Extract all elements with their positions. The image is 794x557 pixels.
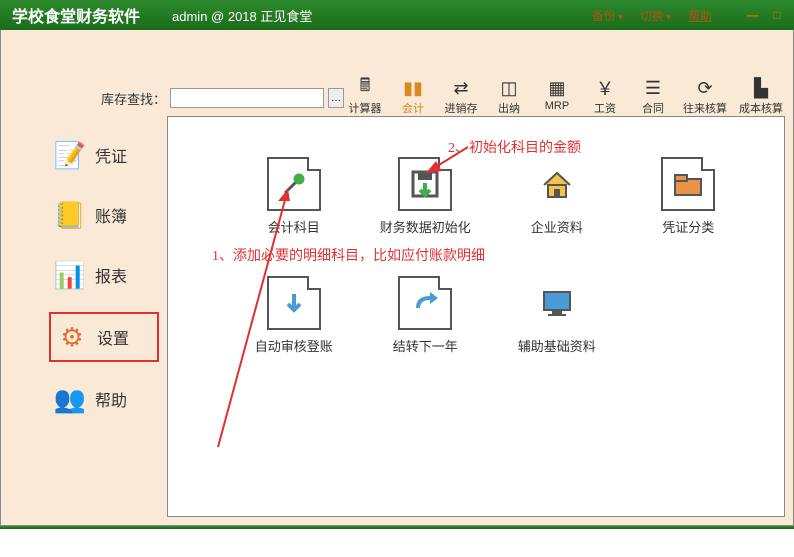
user-info: admin @ 2018 正见食堂 <box>172 6 312 25</box>
grid-label: 辅助基础资料 <box>518 336 596 355</box>
sidebar-label: 设置 <box>97 325 129 349</box>
grid-item-4[interactable]: 自动审核登账 <box>228 276 360 355</box>
down-icon <box>267 276 321 330</box>
grid-item-5[interactable]: 结转下一年 <box>360 276 492 355</box>
folder-icon <box>661 157 715 211</box>
toolbar-label: 工资 <box>594 100 616 116</box>
grid-item-2[interactable]: 企业资料 <box>491 157 623 236</box>
backup-link[interactable]: 备份▼ <box>592 7 625 24</box>
toolbar-item-8[interactable]: ▙ 成本核算 <box>739 78 783 116</box>
toolbar: 🖩 计算器 ▮▮ 会计 ⇄ 进销存 ◫ 出纳 ▦ MRP ￥ 工资 ☰ 合同 ⟳ 往来核算 ▙ 成本核算 <box>347 78 783 116</box>
sidebar-label: 凭证 <box>95 143 127 167</box>
toolbar-icon: ￥ <box>595 78 615 98</box>
save-icon <box>398 157 452 211</box>
help-link[interactable]: 帮助 <box>688 7 712 24</box>
toolbar-icon: 🖩 <box>355 78 375 98</box>
grid-label: 企业资料 <box>531 217 583 236</box>
toolbar-item-4[interactable]: ▦ MRP <box>539 78 575 116</box>
toolbar-label: 往来核算 <box>683 100 727 116</box>
toolbar-item-1[interactable]: ▮▮ 会计 <box>395 78 431 116</box>
toolbar-item-0[interactable]: 🖩 计算器 <box>347 78 383 116</box>
wrench-icon <box>267 157 321 211</box>
grid-label: 会计科目 <box>268 217 320 236</box>
toolbar-item-2[interactable]: ⇄ 进销存 <box>443 78 479 116</box>
titlebar: 学校食堂财务软件 admin @ 2018 正见食堂 备份▼ | 切换▼ | 帮… <box>0 0 794 30</box>
titlebar-right: 备份▼ | 切换▼ | 帮助 — □ <box>592 0 786 30</box>
toolbar-icon: ▮▮ <box>403 78 423 98</box>
sidebar-item-3[interactable]: ⚙ 设置 <box>49 312 159 362</box>
grid-label: 自动审核登账 <box>255 336 333 355</box>
grid-item-1[interactable]: 财务数据初始化 <box>360 157 492 236</box>
maximize-button[interactable]: □ <box>768 6 786 24</box>
toolbar-label: 计算器 <box>349 100 382 116</box>
grid-label: 凭证分类 <box>662 217 714 236</box>
search-browse-button[interactable]: … <box>328 88 344 108</box>
sidebar-item-1[interactable]: 📒 账簿 <box>49 192 159 238</box>
toolbar-label: 成本核算 <box>739 100 783 116</box>
switch-link[interactable]: 切换▼ <box>640 7 673 24</box>
toolbar-item-5[interactable]: ￥ 工资 <box>587 78 623 116</box>
toolbar-icon: ◫ <box>499 78 519 98</box>
grid-item-6[interactable]: 辅助基础资料 <box>491 276 623 355</box>
toolbar-item-7[interactable]: ⟳ 往来核算 <box>683 78 727 116</box>
toolbar-label: MRP <box>545 100 569 112</box>
grid-item-3[interactable]: 凭证分类 <box>623 157 755 236</box>
toolbar-icon: ⇄ <box>451 78 471 98</box>
monitor-icon <box>530 276 584 330</box>
grid-label: 结转下一年 <box>393 336 458 355</box>
app-title: 学校食堂财务软件 <box>0 3 152 27</box>
sidebar-icon: 👥 <box>53 382 87 416</box>
house-icon <box>530 157 584 211</box>
search-input[interactable] <box>170 88 324 108</box>
search-label: 库存查找： <box>101 89 166 108</box>
toolbar-label: 出纳 <box>498 100 520 116</box>
sidebar-item-0[interactable]: 📝 凭证 <box>49 132 159 178</box>
sidebar: 📝 凭证 📒 账簿 📊 报表 ⚙ 设置 👥 帮助 <box>49 132 159 422</box>
sidebar-icon: 📒 <box>53 198 87 232</box>
sidebar-label: 帮助 <box>95 387 127 411</box>
sidebar-label: 报表 <box>95 263 127 287</box>
grid-item-0[interactable]: 会计科目 <box>228 157 360 236</box>
body-area: 库存查找： … 🖩 计算器 ▮▮ 会计 ⇄ 进销存 ◫ 出纳 ▦ MRP ￥ 工资 ☰ 合同 ⟳ 往来核算 ▙ 成… <box>0 30 794 526</box>
settings-grid: 会计科目 财务数据初始化 企业资料 凭证分类自动审核登账 结转下一年 辅助基础资料 <box>168 117 784 375</box>
grid-label: 财务数据初始化 <box>380 217 471 236</box>
sidebar-icon: ⚙ <box>55 320 89 354</box>
sidebar-item-4[interactable]: 👥 帮助 <box>49 376 159 422</box>
search-row: 库存查找： … <box>101 88 344 108</box>
toolbar-icon: ☰ <box>643 78 663 98</box>
toolbar-icon: ▙ <box>751 78 771 98</box>
toolbar-label: 合同 <box>642 100 664 116</box>
minimize-button[interactable]: — <box>744 6 762 24</box>
sidebar-label: 账簿 <box>95 203 127 227</box>
toolbar-label: 会计 <box>402 100 424 116</box>
toolbar-item-6[interactable]: ☰ 合同 <box>635 78 671 116</box>
sidebar-icon: 📊 <box>53 258 87 292</box>
sidebar-item-2[interactable]: 📊 报表 <box>49 252 159 298</box>
sidebar-icon: 📝 <box>53 138 87 172</box>
toolbar-item-3[interactable]: ◫ 出纳 <box>491 78 527 116</box>
main-panel: 会计科目财务数据初始化企业资料凭证分类自动审核登账结转下一年辅助基础资料 1、添… <box>167 116 785 517</box>
toolbar-icon: ▦ <box>547 78 567 98</box>
toolbar-icon: ⟳ <box>695 78 715 98</box>
forward-icon <box>398 276 452 330</box>
toolbar-label: 进销存 <box>445 100 478 116</box>
